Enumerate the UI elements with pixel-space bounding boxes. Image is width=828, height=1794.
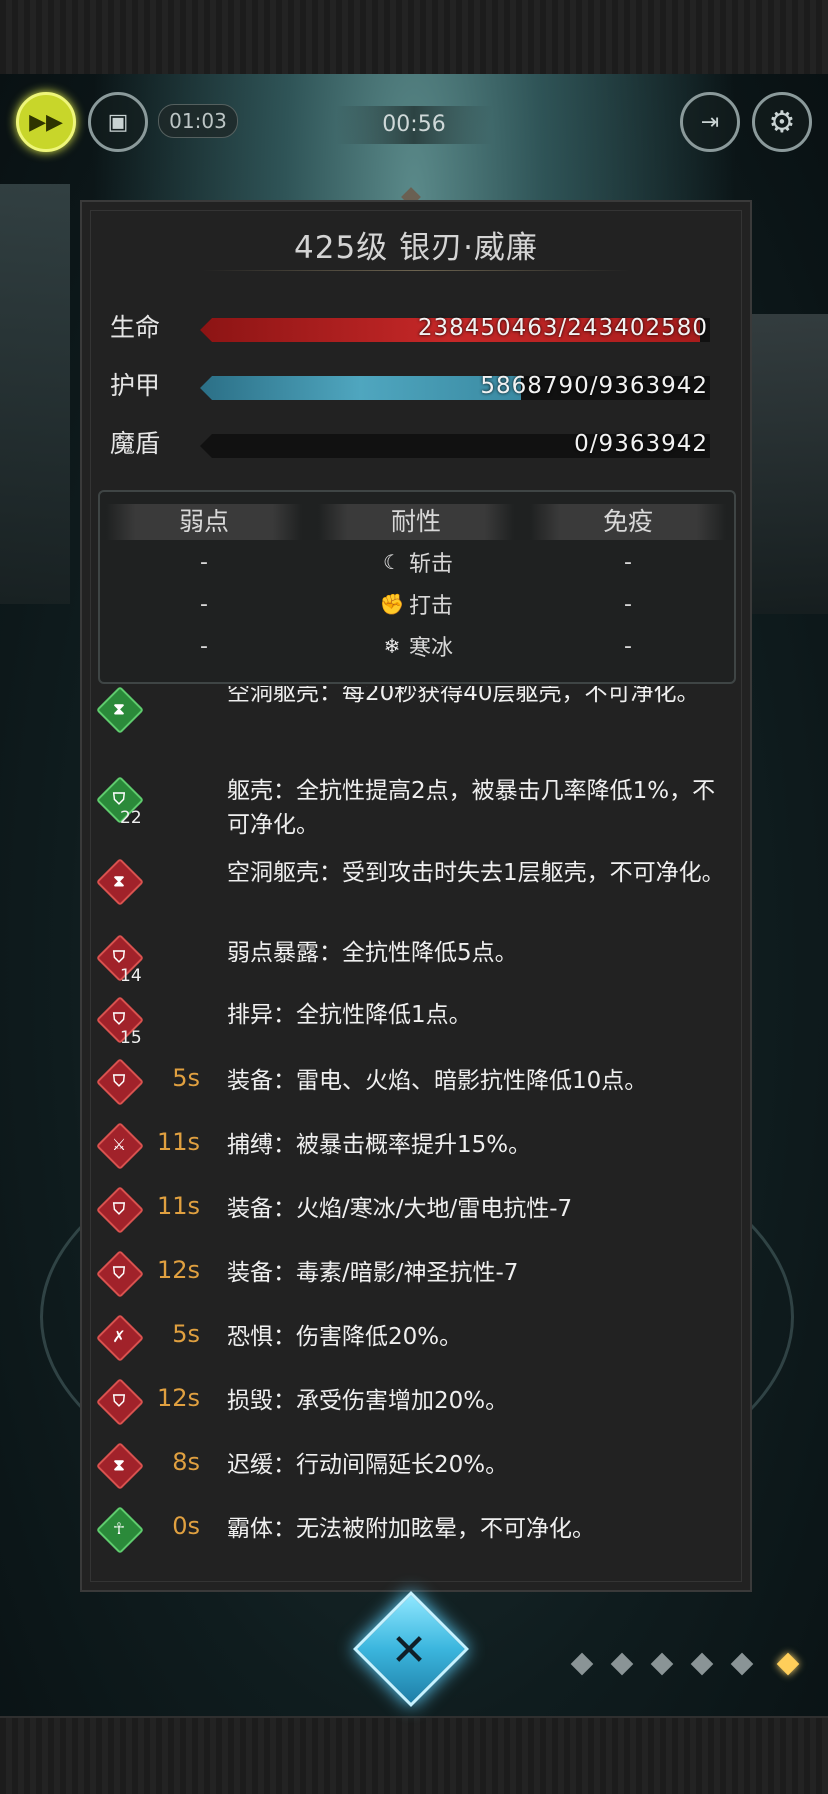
magic-shield-bar-row: 魔盾 0/9363942 [110,424,722,464]
settings-button[interactable]: ⚙ [752,92,812,152]
status-effect-text: 装备：雷电、火焰、暗影抗性降低10点。 [227,1068,648,1094]
round-timer: 01:03 [158,104,238,138]
shield-icon: ⛉ [95,1377,145,1427]
status-effect-text: 迟缓：行动间隔延长20%。 [227,1452,509,1478]
status-effect-list[interactable]: ⧗ 空洞躯壳：每20秒获得40层躯壳，不可净化。 ⛉ 22 躯壳：全抗性提高2点，… [82,686,750,1586]
hourglass-icon: ⧗ [95,1441,145,1491]
status-effect-text: 装备：毒素/暗影/神圣抗性-7 [227,1260,519,1286]
shield-icon: ⛉ [95,1057,145,1107]
slash-icon: ☾ [383,550,401,574]
crossed-swords-icon: ✕ [390,1625,428,1676]
gear-icon: ⚙ [768,104,796,140]
status-effect-duration: 8s [172,1448,200,1476]
resistance-cell: ☾ 斩击 [318,546,514,578]
shield-icon: ⛉ 22 [95,775,145,828]
status-effect-text: 霸体：无法被附加眩晕，不可净化。 [227,1516,595,1542]
status-effect-text: 排异：全抗性降低1点。 [227,1002,472,1028]
resistance-label: 斩击 [408,552,453,577]
immunity-header: 免疫 [530,504,726,540]
armor-bar-row: 护甲 5868790/9363942 [110,366,722,406]
status-effect-text: 空洞躯壳：受到攻击时失去1层躯壳，不可净化。 [227,860,725,886]
shield-icon: ⛉ [95,1185,145,1235]
status-effect-text: 躯壳：全抗性提高2点，被暴击几率降低1%，不可净化。 [227,778,716,838]
shield-icon: ⛉ 15 [95,995,145,1048]
figure-icon: ☥ [95,1505,145,1555]
status-effect-duration: 0s [172,1512,200,1540]
status-effect-text: 弱点暴露：全抗性降低5点。 [227,940,518,966]
immunity-cell: - [624,634,632,659]
weakness-cell: - [200,550,208,575]
armor-label: 护甲 [110,371,161,400]
bottom-frame [0,1716,828,1794]
status-effect-text: 损毁：承受伤害增加20%。 [227,1388,509,1414]
armor-bar-fill [200,376,522,400]
hp-bar-row: 生命 238450463/243402580 [110,308,722,348]
resistance-label: 打击 [408,594,453,619]
status-effect-duration: 12s [156,1256,200,1284]
status-effect-duration: 12s [156,1384,200,1412]
hourglass-icon: ⧗ [95,857,145,907]
resistance-cell: ✊ 打击 [318,588,514,620]
top-frame [0,0,828,76]
status-effect-duration: 11s [156,1192,200,1220]
status-effect-text: 装备：火焰/寒冰/大地/雷电抗性-7 [227,1196,573,1222]
exit-icon: ⇥ [700,109,720,135]
hp-value: 238450463/243402580 [417,315,708,341]
enemy-info-panel: 425级 银刃·威廉 生命 238450463/243402580 护甲 586… [80,200,752,1592]
magic-shield-label: 魔盾 [110,429,161,458]
status-effect-text: 捕缚：被暴击概率提升15%。 [227,1132,532,1158]
status-effect-duration: 11s [156,1128,200,1156]
hp-label: 生命 [110,313,161,342]
fist-icon: ✊ [379,592,405,616]
skill-crest-button[interactable]: ✕ [340,1591,480,1707]
fast-forward-icon: ▶▶ [29,109,63,135]
snowflake-icon: ❄ [383,634,401,658]
resistance-cell: ❄ 寒冰 [318,630,514,662]
monitor-icon: ▣ [107,109,129,135]
shield-icon: ⛉ [95,1249,145,1299]
fast-forward-button[interactable]: ▶▶ [16,92,76,152]
weakness-cell: - [200,592,208,617]
building-right [748,314,828,614]
weakness-cell: - [200,634,208,659]
shield-icon: ⛉ 14 [95,933,145,986]
status-effect-text: 空洞躯壳：每20秒获得40层躯壳，不可净化。 [227,686,700,706]
status-effect-text: 恐惧：伤害降低20%。 [227,1324,463,1350]
resistance-table: 弱点 耐性 免疫 - ☾ 斩击 - - ✊ 打击 - - ❄ 寒冰 - [98,490,736,684]
hourglass-icon: ⧗ [95,686,145,735]
sword-icon: ⚔ [95,1121,145,1171]
immunity-cell: - [624,592,632,617]
status-effect-duration: 5s [172,1064,200,1092]
magic-shield-value: 0/9363942 [574,431,708,457]
battle-timer: 00:56 [336,106,492,144]
armor-value: 5868790/9363942 [480,373,708,399]
broken-sword-icon: ✗ [95,1313,145,1363]
auto-battle-button[interactable]: ▣ [88,92,148,152]
enemy-title: 425级 银刃·威廉 [294,230,538,266]
weakness-header: 弱点 [106,504,302,540]
building-left [0,184,70,604]
immunity-cell: - [624,550,632,575]
title-divider [202,270,630,271]
resistance-header: 耐性 [318,504,514,540]
exit-button[interactable]: ⇥ [680,92,740,152]
status-effect-duration: 5s [172,1320,200,1348]
resistance-label: 寒冰 [408,636,453,661]
